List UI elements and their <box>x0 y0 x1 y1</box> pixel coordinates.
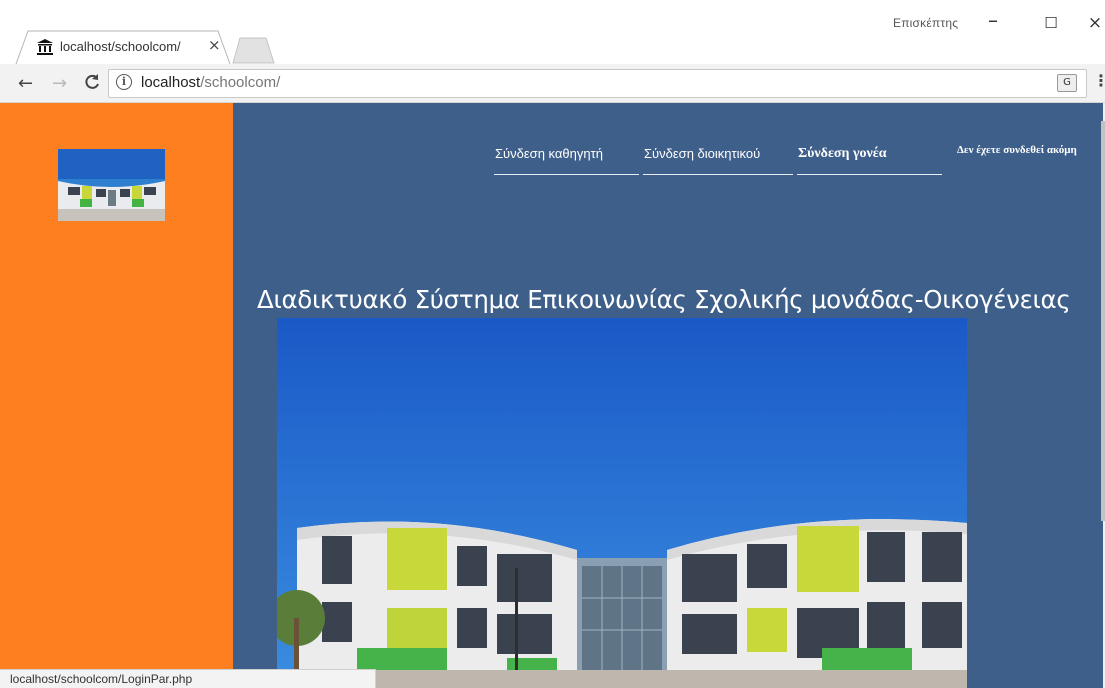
browser-tab[interactable]: localhost/schoolcom/ × <box>14 30 232 64</box>
bank-icon <box>36 38 54 56</box>
maximize-button[interactable]: ☐ <box>1036 14 1066 36</box>
forward-arrow-icon[interactable]: → <box>52 73 67 94</box>
translate-icon[interactable]: G <box>1057 74 1077 92</box>
scrollbar-thumb[interactable] <box>1101 121 1105 521</box>
tab-close-icon[interactable]: × <box>208 36 221 54</box>
close-window-button[interactable]: × <box>1080 13 1105 35</box>
url-host: localhost <box>141 74 201 91</box>
page-viewport: Σύνδεση καθηγητή Σύνδεση διοικητικού Σύν… <box>0 103 1105 688</box>
login-status-note: Δεν έχετε συνδεθεί ακόμη <box>957 144 1077 156</box>
sidebar-school-image <box>58 149 165 221</box>
status-bar-url: localhost/schoolcom/LoginPar.php <box>0 669 376 688</box>
profile-name[interactable]: Επισκέπτης <box>893 16 958 30</box>
hero-school-image <box>277 318 967 688</box>
nav-parent-login[interactable]: Σύνδεση γονέα <box>797 146 942 175</box>
browser-toolbar: ← → i localhost/schoolcom/ G ⋮ <box>0 64 1105 103</box>
minimize-button[interactable]: – <box>978 8 1008 32</box>
page-title: Διαδικτυακό Σύστημα Επικοινωνίας Σχολική… <box>257 285 1071 315</box>
main-content: Σύνδεση καθηγητή Σύνδεση διοικητικού Σύν… <box>233 103 1103 688</box>
back-arrow-icon[interactable]: ← <box>18 73 33 94</box>
nav-admin-login[interactable]: Σύνδεση διοικητικού <box>643 146 793 175</box>
browser-titlebar: localhost/schoolcom/ × Επισκέπτης – ☐ × <box>0 0 1105 64</box>
nav-teacher-login[interactable]: Σύνδεση καθηγητή <box>494 146 639 175</box>
address-bar[interactable]: i localhost/schoolcom/ G <box>108 69 1087 98</box>
info-icon[interactable]: i <box>116 74 132 90</box>
reload-icon[interactable] <box>83 73 101 96</box>
url-text[interactable]: localhost/schoolcom/ <box>141 74 280 91</box>
sidebar <box>0 103 233 688</box>
new-tab-button[interactable] <box>232 37 276 64</box>
tab-title: localhost/schoolcom/ <box>60 39 181 54</box>
url-path: /schoolcom/ <box>200 74 281 91</box>
kebab-menu-icon[interactable]: ⋮ <box>1093 71 1105 90</box>
